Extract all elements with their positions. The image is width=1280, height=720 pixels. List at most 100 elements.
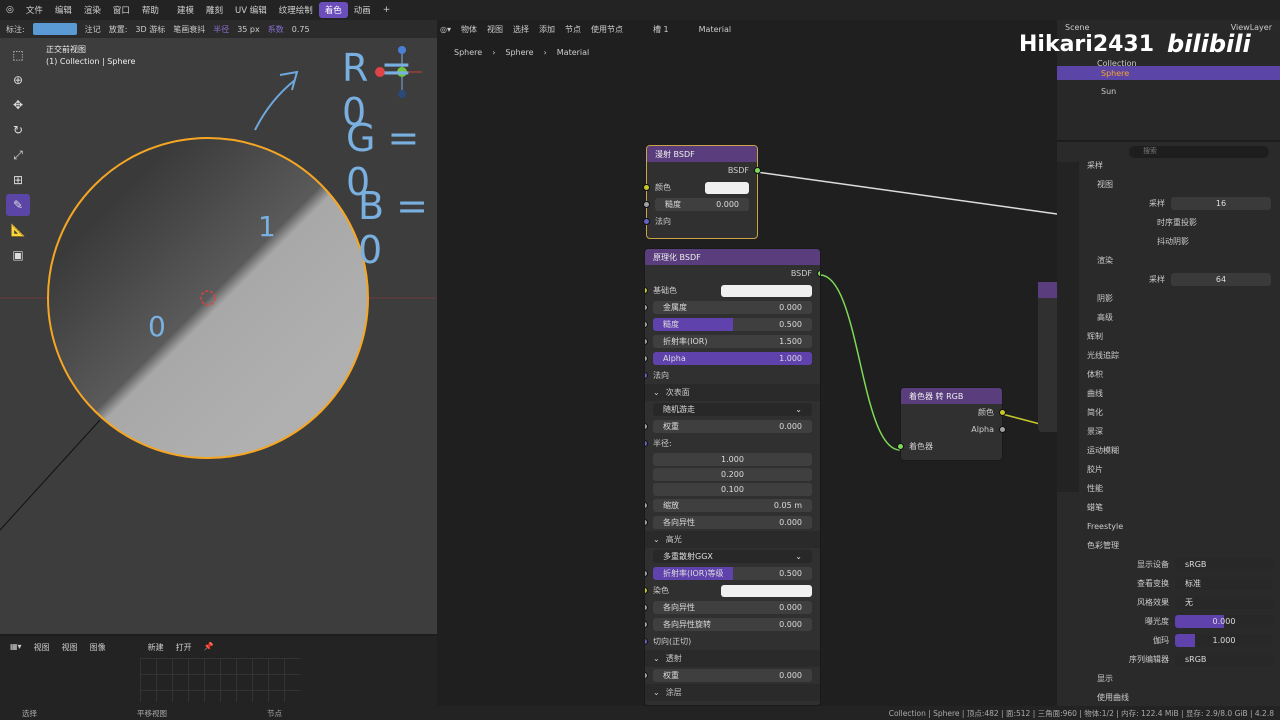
cm-row-0: 显示设备 sRGB [1087, 555, 1277, 574]
cm-field-0[interactable]: sRGB [1175, 558, 1273, 571]
sampling-viewport[interactable]: 视图 [1087, 175, 1277, 194]
properties-panel: 搜索 采样 视图 采样 16 时序重投影 抖动阴影 渲染 采样 64 阴影 高级 辉制 光线追踪 体积 曲线… [1057, 142, 1280, 712]
panel-4[interactable]: 简化 [1087, 403, 1277, 422]
render-samples-field[interactable]: 64 [1171, 273, 1271, 286]
diffuse-roughness-field[interactable]: 糙度 0.000 [655, 198, 749, 211]
cm-value-2: 无 [1185, 598, 1193, 607]
advanced-subpanel-label: 高级 [1097, 313, 1113, 322]
diffuse-bsdf-node[interactable]: 漫射 BSDF BSDF 颜色 糙度 0.000 法向 [643, 145, 761, 239]
panel-0-label: 辉制 [1087, 332, 1103, 341]
outliner-sun[interactable]: Sun [1101, 82, 1116, 101]
advanced-subpanel[interactable]: 高级 [1087, 308, 1277, 327]
cm-field-1[interactable]: 标准 [1175, 577, 1273, 590]
cm-value-4: 1.000 [1212, 636, 1236, 645]
spec-ior-level-field[interactable]: 折射率(IOR)等级 0.500 [653, 567, 812, 580]
panel-10[interactable]: Freestyle [1087, 517, 1277, 536]
panel-1[interactable]: 光线追踪 [1087, 346, 1277, 365]
principled-basecolor-label: 基础色 [653, 286, 677, 295]
principled-bsdf-node[interactable]: 原理化 BSDF BSDF 基础色 金属度 0.000 糙度 0.500 折射率(IOR)… [644, 248, 821, 706]
cm-label-3: 曝光度 [1145, 617, 1169, 626]
panel-8[interactable]: 性能 [1087, 479, 1277, 498]
panel-2[interactable]: 体积 [1087, 365, 1277, 384]
cm-label-4: 伽玛 [1153, 636, 1169, 645]
panel-3[interactable]: 曲线 [1087, 384, 1277, 403]
sss-scale-field[interactable]: 缩放 0.05 m [653, 499, 812, 512]
panel-11[interactable]: 色彩管理 [1087, 536, 1277, 555]
panel-7[interactable]: 胶片 [1087, 460, 1277, 479]
panel-6[interactable]: 运动模糊 [1087, 441, 1277, 460]
principled-field-3[interactable]: 折射率(IOR) 1.500 [653, 335, 812, 348]
sss-method-dropdown[interactable]: 随机游走 ⌄ [653, 403, 812, 416]
principled-basecolor-swatch[interactable] [721, 284, 812, 297]
spec-tint: 染色 [645, 582, 820, 599]
use-curves-checkbox[interactable]: 使用曲线 [1087, 688, 1277, 707]
display-subpanel[interactable]: 显示 [1087, 669, 1277, 688]
shader-to-rgb-node[interactable]: 着色器 转 RGB 颜色 Alpha 着色器 [897, 387, 1006, 461]
partial-node[interactable] [1038, 282, 1057, 432]
sss-scale: 缩放 0.05 m [645, 497, 820, 514]
sss-anisotropy-field[interactable]: 各向异性 0.000 [653, 516, 812, 529]
spec-dist-dropdown[interactable]: 多重散射GGX ⌄ [653, 550, 812, 563]
temporal-reprojection-checkbox[interactable]: 时序重投影 [1087, 213, 1277, 232]
outliner-sphere[interactable]: Sphere [1057, 66, 1280, 80]
panel-5-label: 景深 [1087, 427, 1103, 436]
transmission-section[interactable]: ⌄ 透射 [645, 650, 820, 667]
spec-tint-swatch[interactable] [721, 584, 812, 597]
panel-9[interactable]: 蜡笔 [1087, 498, 1277, 517]
spec-aniso-rotation: 各向异性旋转 0.000 [645, 616, 820, 633]
diffuse-color-swatch[interactable] [705, 181, 749, 194]
sampling-render[interactable]: 渲染 [1087, 251, 1277, 270]
jitter-shadows-checkbox[interactable]: 抖动阴影 [1087, 232, 1277, 251]
status-select: 选择 [22, 708, 37, 718]
panel-5[interactable]: 景深 [1087, 422, 1277, 441]
radius-field-2[interactable]: 0.100 [653, 483, 812, 496]
cm-field-4[interactable]: 1.000 [1175, 634, 1273, 647]
cm-field-5[interactable]: sRGB [1175, 653, 1273, 666]
scene-selector[interactable]: Scene [1065, 23, 1089, 32]
spec-anisotropic-value: 0.000 [779, 603, 802, 612]
principled-output-label: BSDF [790, 269, 812, 278]
cm-value-1: 标准 [1185, 579, 1201, 588]
shadows-subpanel[interactable]: 阴影 [1087, 289, 1277, 308]
field-label: 折射率(IOR) [663, 337, 708, 346]
radius-field-1[interactable]: 0.200 [653, 468, 812, 481]
properties-tabs [1057, 162, 1079, 492]
principled-field-4[interactable]: Alpha 1.000 [653, 352, 812, 365]
sampling-viewport-label: 视图 [1097, 180, 1113, 189]
viewport-samples-label: 采样 [1149, 199, 1165, 208]
render-samples: 采样 64 [1087, 270, 1277, 289]
cm-value-0: sRGB [1185, 560, 1207, 569]
sss-weight-field[interactable]: 权重 0.000 [653, 420, 812, 433]
render-samples-value: 64 [1215, 275, 1227, 284]
radius-field-0[interactable]: 1.000 [653, 453, 812, 466]
subsurface-section[interactable]: ⌄ 次表面 [645, 384, 820, 401]
tangent-label: 切向(正切) [653, 637, 692, 646]
spec-anisotropic: 各向异性 0.000 [645, 599, 820, 616]
viewport-samples: 采样 16 [1087, 194, 1277, 213]
principled-field-1[interactable]: 金属度 0.000 [653, 301, 812, 314]
viewport-samples-field[interactable]: 16 [1171, 197, 1271, 210]
cm-label-5: 序列编辑器 [1129, 655, 1169, 664]
display-subpanel-label: 显示 [1097, 674, 1113, 683]
panel-7-label: 胶片 [1087, 465, 1103, 474]
cm-field-2[interactable]: 无 [1175, 596, 1273, 609]
shader-to-rgb-title[interactable]: 着色器 转 RGB [901, 388, 1002, 404]
principled-node-title[interactable]: 原理化 BSDF [645, 249, 820, 265]
spec-aniso-rotation-field[interactable]: 各向异性旋转 0.000 [653, 618, 812, 631]
field-label: 金属度 [663, 303, 687, 312]
specular-section[interactable]: ⌄ 高光 [645, 531, 820, 548]
diffuse-node-title[interactable]: 漫射 BSDF [647, 146, 757, 162]
diffuse-normal-label: 法向 [655, 217, 671, 226]
transmission-weight-field[interactable]: 权重 0.000 [653, 669, 812, 682]
spec-anisotropic-field[interactable]: 各向异性 0.000 [653, 601, 812, 614]
coat-section-label: 涂层 [665, 688, 682, 697]
spec-ior-level-label: 折射率(IOR)等级 [663, 569, 724, 578]
principled-field-2[interactable]: 糙度 0.500 [653, 318, 812, 331]
panel-8-label: 性能 [1087, 484, 1103, 493]
sss-method-dropdown-row: 随机游走 ⌄ [645, 401, 820, 418]
sampling-panel[interactable]: 采样 [1087, 156, 1277, 175]
panel-0[interactable]: 辉制 [1087, 327, 1277, 346]
cm-field-3[interactable]: 0.000 [1175, 615, 1273, 628]
sss-anisotropy-label: 各向异性 [663, 518, 695, 527]
coat-section[interactable]: ⌄ 涂层 [645, 684, 820, 701]
